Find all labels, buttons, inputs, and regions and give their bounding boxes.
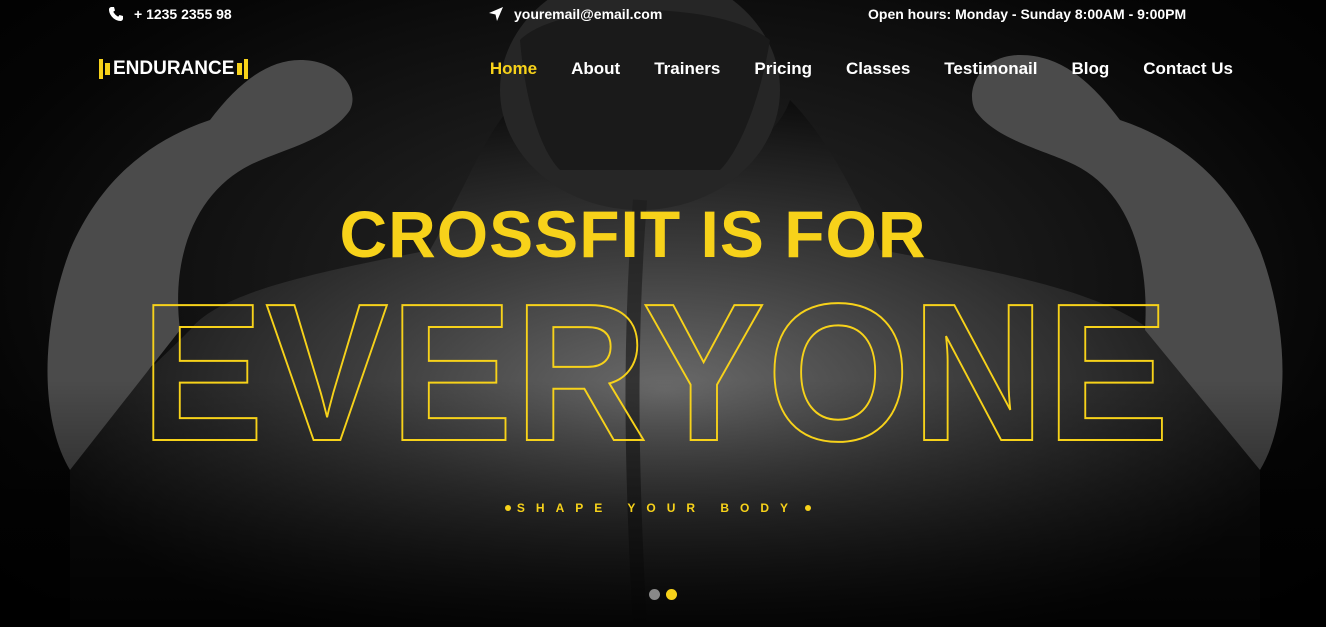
tagline-dot-left (504, 505, 511, 511)
brand-logo[interactable]: ENDURANCE (99, 58, 249, 80)
brand-name: ENDURANCE (113, 58, 235, 79)
phone-icon (108, 6, 124, 22)
phone-number: + 1235 2355 98 (134, 6, 232, 22)
hero-section: + 1235 2355 98 youremail@email.com Open … (0, 0, 1326, 627)
hero-outline-word: EVERYONE (140, 270, 1171, 470)
hero-headline: CROSSFIT IS FOR (339, 197, 927, 271)
email-contact[interactable]: youremail@email.com (488, 6, 662, 22)
nav-item-contact-us[interactable]: Contact Us (1143, 59, 1233, 79)
phone-contact[interactable]: + 1235 2355 98 (108, 6, 232, 22)
dumbbell-icon (99, 59, 110, 79)
nav-item-testimonail[interactable]: Testimonail (944, 59, 1037, 79)
email-address: youremail@email.com (514, 6, 663, 22)
tagline-dot-right (805, 505, 812, 511)
open-hours-text: Open hours: Monday - Sunday 8:00AM - 9:0… (868, 6, 1187, 22)
carousel-dot-2[interactable] (666, 589, 677, 600)
nav-item-about[interactable]: About (571, 59, 620, 79)
top-contact-bar: + 1235 2355 98 youremail@email.com Open … (0, 0, 1326, 32)
dumbbell-icon (237, 59, 249, 79)
carousel-pagination (649, 589, 677, 600)
nav-item-pricing[interactable]: Pricing (754, 59, 812, 79)
location-arrow-icon (488, 6, 504, 22)
outline-word-text: EVERYONE (141, 270, 1171, 470)
nav-item-trainers[interactable]: Trainers (654, 59, 720, 79)
nav-item-blog[interactable]: Blog (1071, 59, 1109, 79)
open-hours: Open hours: Monday - Sunday 8:00AM - 9:0… (868, 6, 1186, 22)
hero-tagline: SHAPE YOUR BODY (0, 501, 1316, 515)
nav-item-classes[interactable]: Classes (846, 59, 910, 79)
main-navigation: Home About Trainers Pricing Classes Test… (490, 59, 1233, 79)
tagline-text: SHAPE YOUR BODY (516, 501, 800, 515)
carousel-dot-1[interactable] (649, 589, 660, 600)
nav-item-home[interactable]: Home (490, 59, 537, 79)
